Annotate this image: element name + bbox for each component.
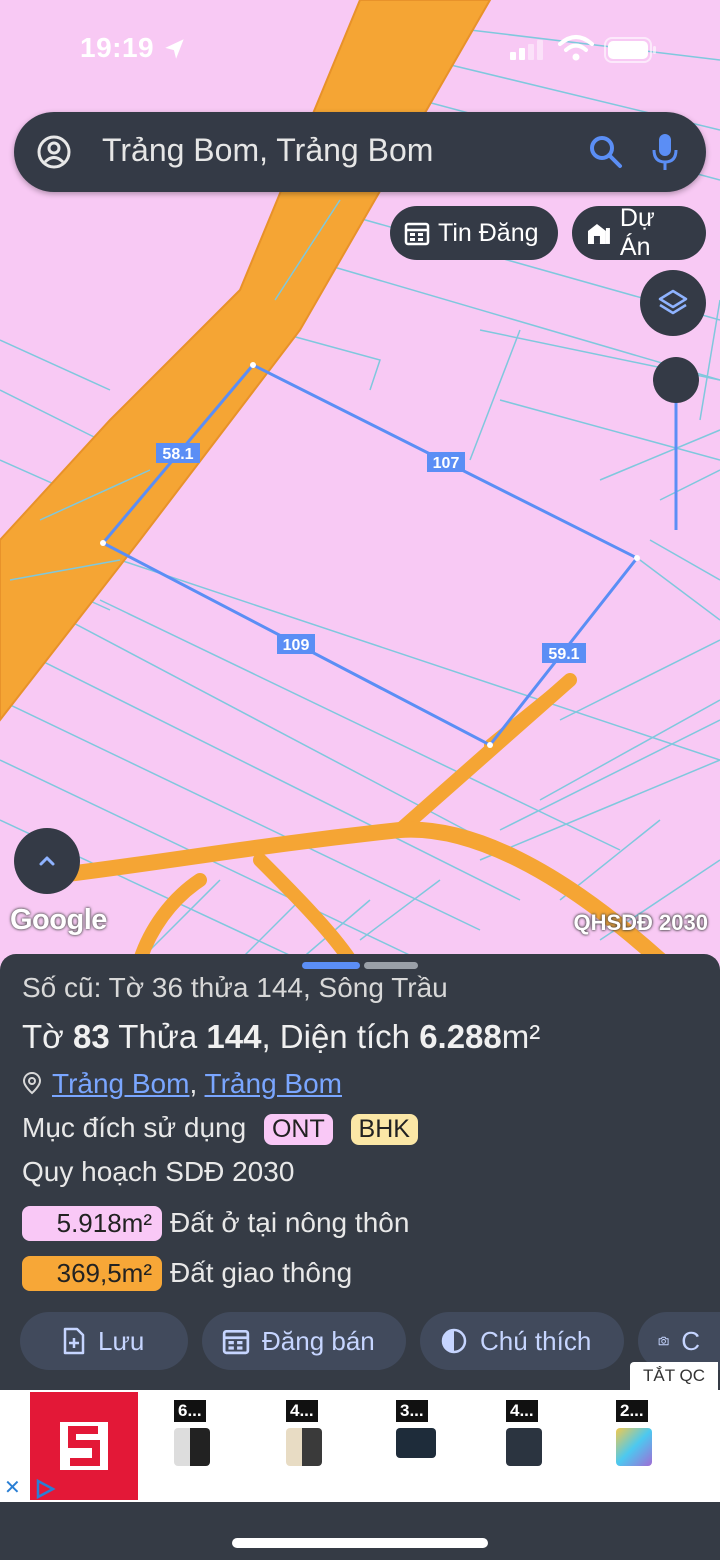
ad-product-3[interactable]: 3...: [396, 1400, 468, 1458]
old-parcel-info: Số cũ: Tờ 36 thửa 144, Sông Trầu: [22, 972, 448, 1003]
projects-chip-label: Dự Án: [619, 204, 655, 261]
location-link-commune[interactable]: Trảng Bom: [52, 1068, 189, 1099]
contrast-icon: [441, 1328, 467, 1354]
post-sale-button[interactable]: Đăng bán: [202, 1312, 406, 1370]
purpose-tag-ont: ONT: [263, 1114, 333, 1146]
add-document-icon: [63, 1327, 85, 1355]
title-area-label: , Diện tích: [261, 1018, 420, 1055]
search-icon[interactable]: [588, 134, 624, 170]
ad-product-1-price: 6...: [174, 1400, 206, 1422]
sheet-page-indicator: [364, 962, 418, 969]
plot-number: 144: [206, 1018, 262, 1055]
edge-label-3: 109: [283, 637, 310, 654]
plan-row-transport: 369,5m² Đất giao thông: [22, 1256, 352, 1291]
ad-product-3-price: 3...: [396, 1400, 428, 1422]
microphone-icon[interactable]: [650, 132, 680, 172]
location-separator: ,: [189, 1068, 205, 1099]
expand-button[interactable]: [14, 828, 80, 894]
ad-product-3-image: [396, 1428, 436, 1458]
plan-area-transport: 369,5m²: [22, 1256, 162, 1291]
plan-label-transport: Đất giao thông: [170, 1257, 353, 1288]
purpose-tag-bhk: BHK: [350, 1114, 418, 1146]
ad-product-1[interactable]: 6...: [174, 1400, 246, 1466]
legend-button[interactable]: Chú thích: [420, 1312, 624, 1370]
bottom-bar: [0, 1502, 720, 1560]
plan-label-residential: Đất ở tại nông thôn: [170, 1207, 410, 1238]
parcel-title: Tờ 83 Thửa 144, Diện tích 6.288m²: [22, 1018, 540, 1056]
save-button-label: Lưu: [98, 1325, 145, 1356]
status-bar: 19:19: [0, 28, 720, 72]
sheet-number: 83: [72, 1018, 110, 1055]
purpose-row: Mục đích sử dụng ONT BHK: [22, 1112, 418, 1146]
plan-area-residential: 5.918m²: [22, 1206, 162, 1241]
title-prefix: Tờ: [22, 1018, 73, 1055]
search-bar[interactable]: Trảng Bom, Trảng Bom: [14, 112, 706, 192]
edge-label-1: 58.1: [162, 446, 193, 463]
location-row: Trảng Bom, Trảng Bom: [22, 1068, 342, 1100]
calendar-icon: [404, 222, 430, 246]
sheet-page-indicator-active: [302, 962, 360, 969]
status-time: 19:19: [80, 32, 155, 63]
ad-product-4-image: [506, 1428, 542, 1466]
listings-chip-label: Tin Đăng: [438, 218, 539, 247]
plan-layer-label: QHSDĐ 2030: [573, 910, 708, 935]
ad-product-5[interactable]: 2...: [616, 1400, 688, 1466]
ad-product-4[interactable]: 4...: [506, 1400, 578, 1466]
edge-label-4: 59.1: [548, 646, 579, 663]
signal-icon: [510, 40, 543, 60]
wifi-icon: [558, 35, 594, 61]
ad-banner[interactable]: ✕: [0, 1390, 720, 1502]
account-icon[interactable]: [36, 134, 72, 170]
ad-product-1-image: [174, 1428, 210, 1466]
edge-label-2: 107: [433, 455, 460, 472]
ad-product-5-price: 2...: [616, 1400, 648, 1422]
camera-button-label: C: [681, 1325, 700, 1356]
battery-icon: [604, 37, 656, 63]
building-icon: [587, 224, 610, 244]
projects-chip[interactable]: Dự Án: [572, 204, 706, 261]
google-logo: Google: [10, 904, 107, 936]
location-pin-icon: [22, 1071, 42, 1095]
camera-icon: [658, 1336, 669, 1346]
post-sale-button-label: Đăng bán: [262, 1325, 375, 1356]
ad-product-4-price: 4...: [506, 1400, 538, 1422]
location-link-district[interactable]: Trảng Bom: [205, 1068, 342, 1099]
plan-title: Quy hoạch SDĐ 2030: [22, 1156, 295, 1187]
title-mid: Thửa: [109, 1018, 207, 1055]
listings-chip[interactable]: Tin Đăng: [390, 206, 558, 260]
slider-handle[interactable]: [653, 357, 699, 403]
ad-product-2[interactable]: 4...: [286, 1400, 358, 1466]
layers-icon: [658, 289, 688, 315]
location-arrow-icon: [165, 39, 184, 59]
save-button[interactable]: Lưu: [20, 1312, 188, 1370]
layers-button[interactable]: [640, 270, 706, 336]
search-input[interactable]: Trảng Bom, Trảng Bom: [102, 132, 433, 169]
purpose-label: Mục đích sử dụng: [22, 1112, 247, 1143]
home-indicator[interactable]: [232, 1538, 488, 1548]
area-unit: m²: [501, 1018, 541, 1055]
calendar-icon: [222, 1329, 250, 1355]
ad-product-5-image: [616, 1428, 652, 1466]
ad-product-2-price: 4...: [286, 1400, 318, 1422]
ad-close-icon[interactable]: ✕: [4, 1478, 24, 1498]
legend-button-label: Chú thích: [480, 1325, 592, 1356]
ad-product-2-image: [286, 1428, 322, 1466]
chevron-up-icon: [39, 856, 55, 866]
plan-row-residential: 5.918m² Đất ở tại nông thôn: [22, 1206, 409, 1241]
ad-choices-icon[interactable]: [34, 1478, 56, 1500]
ad-off-button[interactable]: TẮT QC: [630, 1362, 718, 1390]
parcel-area: 6.288: [419, 1018, 502, 1055]
